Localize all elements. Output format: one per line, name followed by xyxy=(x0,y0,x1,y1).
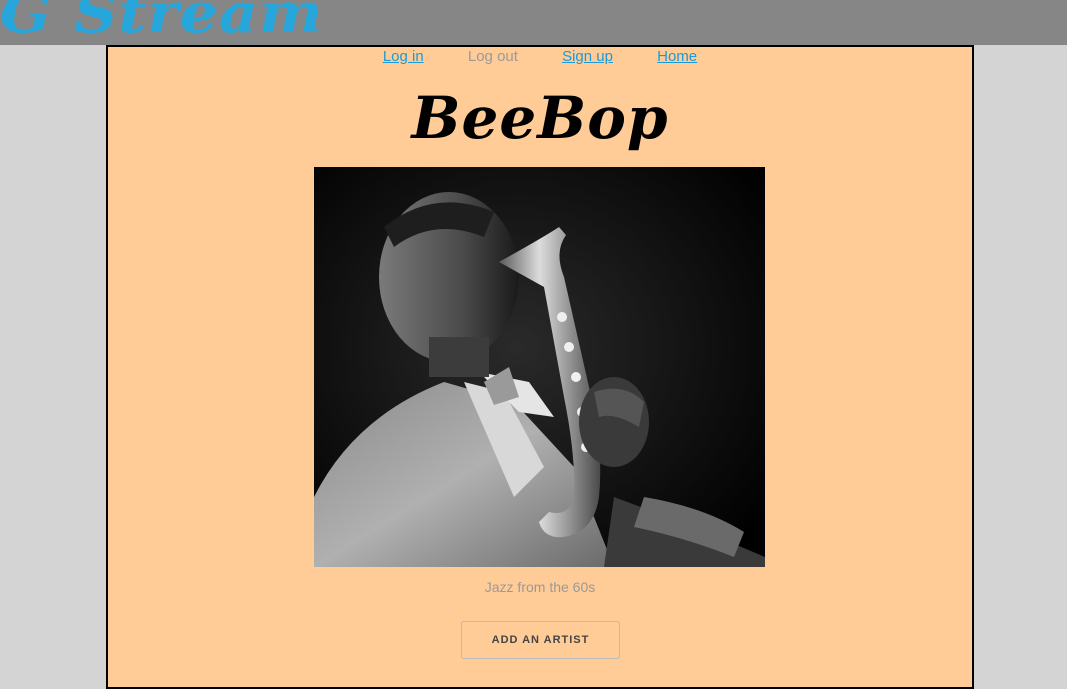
nav-bar: Log in Log out Sign up Home xyxy=(108,47,972,67)
page-title: BeeBop xyxy=(411,84,669,152)
nav-signup-link[interactable]: Sign up xyxy=(562,47,613,67)
main-panel: Log in Log out Sign up Home BeeBop Jazz … xyxy=(106,45,974,689)
top-bar: G Stream xyxy=(0,0,1067,45)
nav-login-link[interactable]: Log in xyxy=(383,47,424,67)
photo-caption: Jazz from the 60s xyxy=(484,579,596,595)
brand-logo[interactable]: G Stream xyxy=(0,0,323,41)
add-artist-button[interactable]: ADD AN ARTIST xyxy=(461,621,620,659)
saxophone-player-photo xyxy=(314,167,765,567)
nav-home-link[interactable]: Home xyxy=(657,47,697,67)
nav-logout-link: Log out xyxy=(467,48,518,65)
artist-photo xyxy=(314,167,765,567)
